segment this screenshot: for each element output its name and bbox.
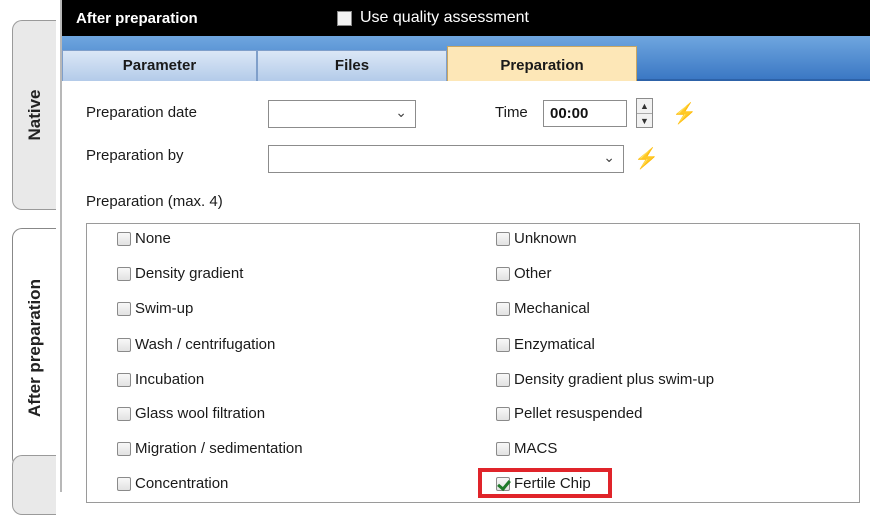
checkbox-box[interactable] xyxy=(496,266,510,281)
tab-parameter[interactable]: Parameter xyxy=(62,50,257,81)
preparation-by-dropdown[interactable]: ⌄ xyxy=(268,145,624,173)
checkbox-box[interactable] xyxy=(496,372,510,387)
checkbox-wash-centrifugation[interactable]: Wash / centrifugation xyxy=(117,336,275,353)
checkbox-box[interactable] xyxy=(117,266,131,281)
checkbox-swim-up[interactable]: Swim-up xyxy=(117,300,193,317)
checkbox-label: Wash / centrifugation xyxy=(135,336,276,353)
highlight-box xyxy=(478,468,612,498)
checkbox-incubation[interactable]: Incubation xyxy=(117,371,204,388)
checkbox-migration-sedimentation[interactable]: Migration / sedimentation xyxy=(117,440,303,457)
quality-assessment-label: Use quality assessment xyxy=(360,9,529,26)
checkbox-box[interactable] xyxy=(496,406,510,421)
time-label: Time xyxy=(495,104,528,121)
checkbox-concentration[interactable]: Concentration xyxy=(117,475,228,492)
lightning-icon[interactable]: ⚡ xyxy=(634,146,659,171)
tab-files[interactable]: Files xyxy=(257,50,447,81)
checkbox-none[interactable]: None xyxy=(117,230,171,247)
checkbox-box[interactable] xyxy=(117,231,131,246)
checkbox-label: Density gradient plus swim-up xyxy=(514,371,715,388)
preparation-date-label: Preparation date xyxy=(86,104,197,121)
checkbox-mechanical[interactable]: Mechanical xyxy=(496,300,590,317)
checkbox-box[interactable] xyxy=(117,476,131,491)
checkbox-box[interactable] xyxy=(496,231,510,246)
lightning-icon[interactable]: ⚡ xyxy=(672,101,697,126)
time-spinner[interactable]: ▲ ▼ xyxy=(636,98,653,128)
checkbox-box[interactable] xyxy=(117,406,131,421)
checkbox-box[interactable] xyxy=(496,301,510,316)
checkbox-box[interactable] xyxy=(496,337,510,352)
preparation-by-label: Preparation by xyxy=(86,147,184,164)
checkbox-box[interactable] xyxy=(117,337,131,352)
checkbox-enzymatical[interactable]: Enzymatical xyxy=(496,336,595,353)
checkbox-box[interactable] xyxy=(117,372,131,387)
checkbox-other[interactable]: Other xyxy=(496,265,552,282)
side-tab-after-label: After preparation xyxy=(24,279,44,417)
quality-assessment-toggle[interactable]: Use quality assessment xyxy=(337,9,529,27)
spin-down-icon[interactable]: ▼ xyxy=(637,114,652,128)
preparation-group-label: Preparation (max. 4) xyxy=(86,193,223,210)
checkbox-label: MACS xyxy=(514,440,558,457)
checkbox-label: Enzymatical xyxy=(514,336,595,353)
checkbox-label: Concentration xyxy=(135,475,229,492)
side-tab-native[interactable]: Native xyxy=(12,20,56,210)
checkbox-label: None xyxy=(135,230,171,247)
side-tab-after-preparation[interactable]: After preparation xyxy=(12,228,56,468)
section-title: After preparation xyxy=(76,10,198,27)
time-input[interactable]: 00:00 xyxy=(543,100,627,127)
side-tab-strip: Native After preparation xyxy=(0,0,62,515)
checkbox-glass-wool-filtration[interactable]: Glass wool filtration xyxy=(117,405,265,422)
preparation-panel: Preparation date ⌄ Time 00:00 ▲ ▼ ⚡ Prep… xyxy=(62,81,870,503)
quality-assessment-checkbox[interactable] xyxy=(337,10,352,26)
side-tab-native-label: Native xyxy=(24,89,44,141)
checkbox-density-gradient-swim-up[interactable]: Density gradient plus swim-up xyxy=(496,371,714,388)
chevron-down-icon: ⌄ xyxy=(395,104,407,120)
checkbox-label: Unknown xyxy=(514,230,577,247)
checkbox-label: Pellet resuspended xyxy=(514,405,643,422)
checkbox-macs[interactable]: MACS xyxy=(496,440,557,457)
checkbox-label: Density gradient xyxy=(135,265,244,282)
checkbox-label: Glass wool filtration xyxy=(135,405,266,422)
checkbox-label: Other xyxy=(514,265,552,282)
checkbox-label: Migration / sedimentation xyxy=(135,440,303,457)
tab-bar: Parameter Files Preparation xyxy=(62,36,870,83)
spin-up-icon[interactable]: ▲ xyxy=(637,99,652,114)
tab-preparation[interactable]: Preparation xyxy=(447,46,637,83)
checkbox-box[interactable] xyxy=(496,441,510,456)
checkbox-density-gradient[interactable]: Density gradient xyxy=(117,265,243,282)
checkbox-label: Swim-up xyxy=(135,300,194,317)
checkbox-unknown[interactable]: Unknown xyxy=(496,230,577,247)
section-header: After preparation Use quality assessment xyxy=(62,0,870,36)
checkbox-box[interactable] xyxy=(117,441,131,456)
preparation-date-dropdown[interactable]: ⌄ xyxy=(268,100,416,128)
checkbox-label: Mechanical xyxy=(514,300,590,317)
chevron-down-icon: ⌄ xyxy=(603,149,615,165)
checkbox-label: Incubation xyxy=(135,371,205,388)
side-tab-next[interactable] xyxy=(12,455,56,515)
checkbox-box[interactable] xyxy=(117,301,131,316)
checkbox-pellet-resuspended[interactable]: Pellet resuspended xyxy=(496,405,642,422)
